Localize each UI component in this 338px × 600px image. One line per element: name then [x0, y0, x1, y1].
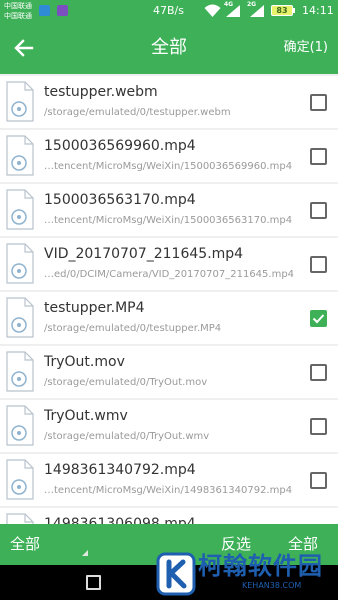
carrier-label-1: 中国联通: [4, 2, 32, 10]
app-bar: 全部 确定(1): [0, 22, 338, 74]
file-checkbox-checked[interactable]: [310, 310, 327, 327]
signal-2-icon: [250, 5, 264, 17]
video-file-icon: [6, 189, 34, 230]
file-path: …tencent/MicroMsg/WeiXin/1500036569960.m…: [44, 161, 293, 172]
file-row[interactable]: 1498361306098.mp4: [0, 508, 338, 524]
dropdown-corner-icon: [82, 550, 88, 556]
status-bar: 中国联通 中国联通 47B/s 4G 2G 83 14:11: [0, 0, 338, 22]
file-name: 1500036563170.mp4: [44, 192, 196, 208]
video-file-icon: [6, 513, 34, 524]
signal-1-icon: [226, 5, 240, 17]
file-row[interactable]: 1500036569960.mp4 …tencent/MicroMsg/WeiX…: [0, 130, 338, 182]
clock: 14:11: [302, 4, 334, 17]
net-speed: 47B/s: [153, 4, 184, 17]
app-notification-icon: [57, 5, 68, 16]
file-path: …ed/0/DCIM/Camera/VID_20170707_211645.mp…: [44, 269, 295, 280]
file-path: /storage/emulated/0/testupper.webm: [44, 107, 231, 118]
file-row[interactable]: TryOut.wmv /storage/emulated/0/TryOut.wm…: [0, 400, 338, 452]
video-file-icon: [6, 135, 34, 176]
file-name: TryOut.wmv: [44, 408, 128, 424]
file-checkbox[interactable]: [310, 202, 327, 219]
checkmark-icon: [312, 314, 325, 324]
file-name: testupper.MP4: [44, 300, 145, 316]
video-file-icon: [6, 81, 34, 122]
watermark-url: KEHAN38.COM: [242, 581, 302, 590]
home-square-icon[interactable]: [86, 575, 101, 590]
wifi-icon: [204, 4, 221, 17]
file-checkbox[interactable]: [310, 256, 327, 273]
file-name: VID_20170707_211645.mp4: [44, 246, 244, 262]
video-file-icon: [6, 243, 34, 284]
battery-indicator: 83: [271, 5, 293, 16]
file-path: /storage/emulated/0/TryOut.mov: [44, 377, 208, 388]
file-path: …tencent/MicroMsg/WeiXin/1500036563170.m…: [44, 215, 293, 226]
file-path: /storage/emulated/0/TryOut.wmv: [44, 431, 210, 442]
watermark: 柯翰软件园 KEHAN38.COM: [150, 548, 338, 600]
file-row[interactable]: 1500036563170.mp4 …tencent/MicroMsg/WeiX…: [0, 184, 338, 236]
battery-tip: [293, 8, 295, 13]
file-row[interactable]: VID_20170707_211645.mp4 …ed/0/DCIM/Camer…: [0, 238, 338, 290]
file-name: 1500036569960.mp4: [44, 138, 196, 154]
filter-dropdown[interactable]: 全部: [10, 535, 40, 554]
confirm-button[interactable]: 确定(1): [284, 40, 328, 56]
photos-notification-icon: [39, 5, 50, 16]
file-path: …tencent/MicroMsg/WeiXin/1498361340792.m…: [44, 485, 293, 496]
file-name: TryOut.mov: [44, 354, 125, 370]
file-checkbox[interactable]: [310, 148, 327, 165]
file-checkbox[interactable]: [310, 94, 327, 111]
file-name: 1498361306098.mp4: [44, 516, 196, 524]
video-file-icon: [6, 297, 34, 338]
kehan-logo-icon: [156, 552, 196, 596]
video-file-icon: [6, 405, 34, 446]
file-path: /storage/emulated/0/testupper.MP4: [44, 323, 222, 334]
file-row[interactable]: 1498361340792.mp4 …tencent/MicroMsg/WeiX…: [0, 454, 338, 506]
video-file-icon: [6, 459, 34, 500]
file-row[interactable]: testupper.webm /storage/emulated/0/testu…: [0, 76, 338, 128]
file-checkbox[interactable]: [310, 418, 327, 435]
file-checkbox[interactable]: [310, 472, 327, 489]
watermark-brand: 柯翰软件园: [198, 552, 323, 580]
file-name: 1498361340792.mp4: [44, 462, 196, 478]
file-name: testupper.webm: [44, 84, 158, 100]
file-checkbox[interactable]: [310, 364, 327, 381]
file-row[interactable]: TryOut.mov /storage/emulated/0/TryOut.mo…: [0, 346, 338, 398]
carrier-label-2: 中国联通: [4, 12, 32, 20]
file-list: testupper.webm /storage/emulated/0/testu…: [0, 74, 338, 524]
file-row[interactable]: testupper.MP4 /storage/emulated/0/testup…: [0, 292, 338, 344]
video-file-icon: [6, 351, 34, 392]
